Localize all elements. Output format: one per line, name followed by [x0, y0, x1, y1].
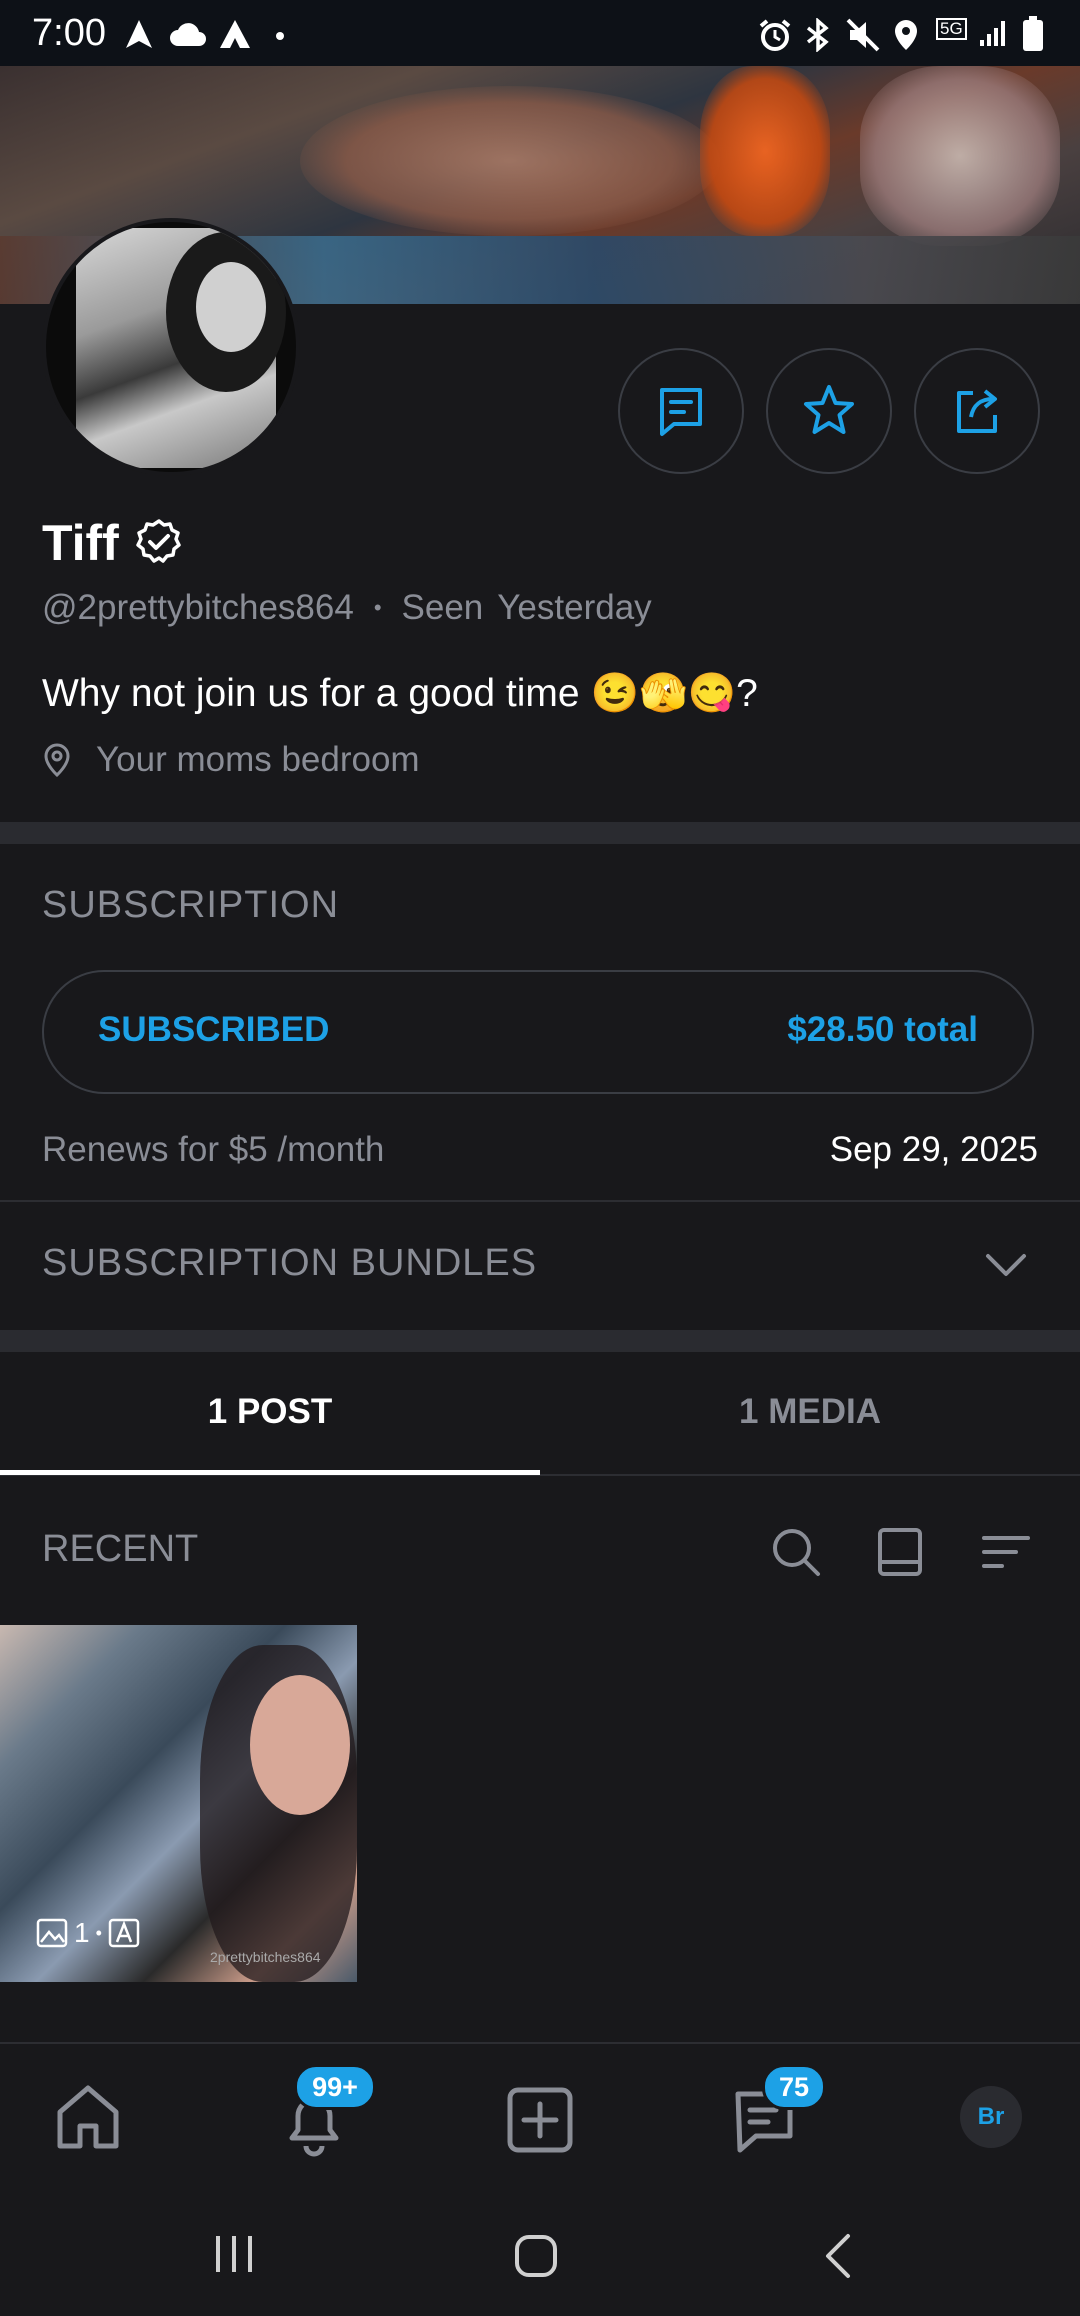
- post-meta: 1 •: [36, 1917, 140, 1949]
- cloud-icon: [170, 23, 206, 46]
- location-status-icon: [895, 20, 917, 50]
- battery-icon: [1023, 16, 1043, 51]
- status-bar: 7:00 5G: [0, 0, 1080, 66]
- bundles-toggle[interactable]: SUBSCRIPTION BUNDLES: [0, 1202, 1080, 1328]
- message-button[interactable]: [618, 348, 744, 474]
- separator-dot: •: [373, 595, 382, 620]
- system-nav-bar: [0, 2192, 1080, 2316]
- post-meta-separator: •: [95, 1922, 102, 1943]
- message-icon: [660, 388, 702, 436]
- seen-label: Seen: [401, 588, 484, 627]
- renew-text: Renews for $5 /month: [42, 1130, 385, 1169]
- home-nav-icon[interactable]: [514, 2234, 558, 2278]
- status-time: 7:00: [32, 12, 106, 54]
- sort-icon[interactable]: [980, 1526, 1032, 1578]
- active-tab-indicator: [0, 1470, 540, 1475]
- renew-date: Sep 29, 2025: [829, 1130, 1038, 1169]
- chevron-down-icon: [986, 1254, 1026, 1276]
- post-thumbnail[interactable]: 1 • 2prettybitches864: [0, 1625, 357, 1982]
- section-divider: [0, 1330, 1080, 1352]
- notifications-badge: 99+: [294, 2064, 376, 2110]
- share-icon: [957, 389, 997, 433]
- mute-icon: [846, 18, 880, 52]
- handle-row: @2prettybitches864 • Seen Yesterday: [42, 588, 652, 628]
- profile-bio: Why not join us for a good time 😉🫣😋?: [42, 672, 758, 715]
- signal-icon: [980, 21, 1005, 46]
- seen-value: Yesterday: [497, 588, 652, 627]
- location-text: Your moms bedroom: [96, 740, 420, 779]
- search-icon[interactable]: [768, 1524, 824, 1580]
- tab-posts[interactable]: 1 POST: [0, 1392, 540, 1432]
- back-icon[interactable]: [822, 2232, 854, 2280]
- profile-name: Tiff: [42, 514, 183, 572]
- profile-handle: @2prettybitches864: [42, 588, 354, 627]
- subscription-title: SUBSCRIPTION: [42, 884, 340, 926]
- section-divider: [0, 822, 1080, 844]
- home-icon[interactable]: [52, 2082, 124, 2152]
- notification-dot: [276, 32, 284, 40]
- favorite-button[interactable]: [766, 348, 892, 474]
- profile-avatar[interactable]: [42, 218, 300, 476]
- tab-media[interactable]: 1 MEDIA: [540, 1392, 1080, 1432]
- bundles-title: SUBSCRIPTION BUNDLES: [42, 1242, 538, 1284]
- watermark: 2prettybitches864: [210, 1949, 321, 1965]
- user-avatar[interactable]: Br: [960, 2086, 1022, 2148]
- location-pin-icon: [44, 743, 70, 778]
- recent-label: RECENT: [42, 1528, 199, 1570]
- subscribed-status: SUBSCRIBED: [98, 1010, 330, 1049]
- verified-icon: [136, 519, 181, 563]
- grid-view-icon[interactable]: [874, 1526, 926, 1578]
- network-type: 5G: [936, 18, 967, 40]
- profile-name-text: Tiff: [42, 515, 119, 571]
- alarm-icon: [759, 19, 791, 51]
- app-notification-icon: [220, 20, 250, 48]
- navigation-icon: [126, 20, 152, 48]
- add-icon[interactable]: [504, 2084, 576, 2156]
- post-media-count: 1: [74, 1917, 90, 1948]
- image-count-icon: [36, 1918, 68, 1948]
- subscription-total: $28.50 total: [787, 1010, 978, 1049]
- text-post-icon: [108, 1918, 140, 1948]
- share-button[interactable]: [914, 348, 1040, 474]
- star-icon: [804, 385, 854, 434]
- profile-location: Your moms bedroom: [42, 740, 420, 780]
- bluetooth-icon: [806, 18, 829, 52]
- recents-icon[interactable]: [212, 2234, 256, 2274]
- messages-badge: 75: [762, 2064, 826, 2110]
